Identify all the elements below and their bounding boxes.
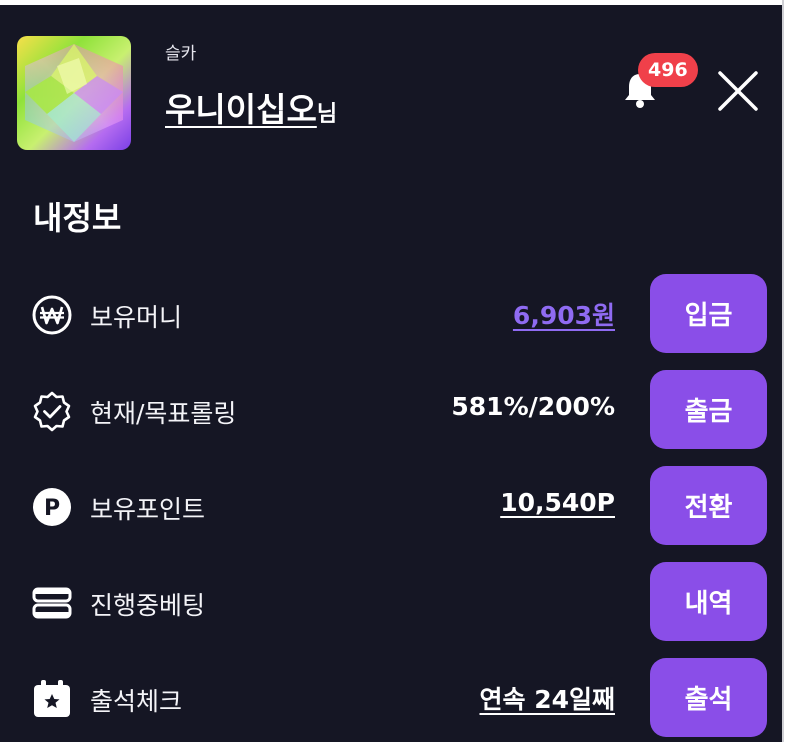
gem-icon bbox=[17, 36, 131, 150]
svg-text:P: P bbox=[44, 496, 60, 521]
user-suffix: 님 bbox=[316, 102, 338, 127]
scroll-edge bbox=[782, 0, 800, 742]
close-icon bbox=[718, 71, 758, 111]
attendance-button[interactable]: 출석 bbox=[650, 658, 767, 737]
section-title: 내정보 bbox=[33, 199, 122, 237]
row-rolling: 현재/목표롤링 581%/200% 출금 bbox=[0, 370, 782, 450]
my-info-panel: 슬카 우니이십오님 496 내정보 보유머니 6,903원 입금 현재/목표롤링… bbox=[0, 5, 782, 742]
deposit-button[interactable]: 입금 bbox=[650, 274, 767, 353]
money-value[interactable]: 6,903원 bbox=[513, 296, 615, 332]
row-attendance: 출석체크 연속 24일째 출석 bbox=[0, 658, 782, 738]
won-icon bbox=[32, 295, 72, 335]
points-label: 보유포인트 bbox=[90, 495, 206, 524]
withdraw-button[interactable]: 출금 bbox=[650, 370, 767, 449]
betting-icon bbox=[32, 587, 72, 619]
user-name-link[interactable]: 우니이십오 bbox=[165, 90, 317, 129]
notification-count-badge: 496 bbox=[638, 53, 698, 87]
site-name: 슬카 bbox=[165, 44, 197, 64]
betting-label: 진행중베팅 bbox=[90, 591, 206, 620]
divider bbox=[782, 0, 784, 742]
row-money: 보유머니 6,903원 입금 bbox=[0, 274, 782, 354]
history-button[interactable]: 내역 bbox=[650, 562, 767, 641]
row-points: P 보유포인트 10,540P 전환 bbox=[0, 466, 782, 546]
row-betting: 진행중베팅 내역 bbox=[0, 562, 782, 642]
convert-button[interactable]: 전환 bbox=[650, 466, 767, 545]
close-button[interactable] bbox=[714, 67, 762, 115]
rolling-value: 581%/200% bbox=[451, 392, 615, 421]
rolling-label: 현재/목표롤링 bbox=[90, 399, 237, 428]
attendance-label: 출석체크 bbox=[90, 687, 183, 716]
money-label: 보유머니 bbox=[90, 303, 183, 332]
attendance-value[interactable]: 연속 24일째 bbox=[480, 680, 616, 716]
avatar[interactable] bbox=[17, 36, 131, 150]
calendar-star-icon bbox=[34, 680, 70, 717]
badge-check-icon bbox=[33, 391, 71, 432]
point-icon: P bbox=[33, 488, 71, 526]
user-name[interactable]: 우니이십오님 bbox=[165, 83, 337, 131]
points-value[interactable]: 10,540P bbox=[500, 488, 615, 517]
